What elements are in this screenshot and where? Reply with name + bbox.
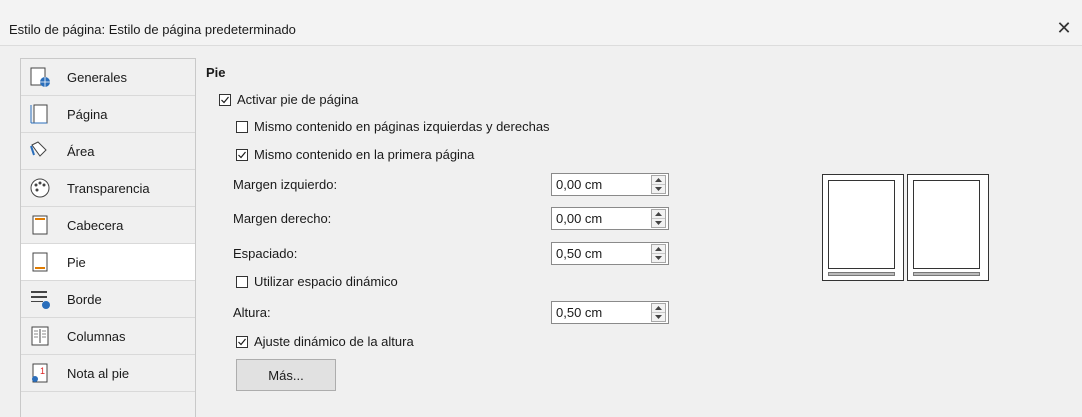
category-list: Generales Página Área Transparencia Cabe…: [20, 58, 196, 417]
preview-page-body: [828, 180, 895, 269]
checkbox-box: [236, 148, 248, 161]
increment-icon[interactable]: [652, 210, 665, 218]
sidebar-item-nota-al-pie[interactable]: 1 Nota al pie: [21, 355, 195, 392]
spin-buttons: [651, 209, 666, 228]
preview-page-body: [913, 180, 980, 269]
increment-icon[interactable]: [652, 245, 665, 253]
preview-footer-area: [828, 272, 895, 276]
title-bar: Estilo de página: Estilo de página prede…: [0, 0, 1082, 46]
activate-footer-label: Activar pie de página: [237, 92, 359, 107]
height-spinbox[interactable]: 0,50 cm: [551, 301, 669, 324]
left-margin-label: Margen izquierdo:: [233, 177, 338, 192]
activate-footer-checkbox[interactable]: Activar pie de página: [219, 92, 358, 107]
sidebar-item-cabecera[interactable]: Cabecera: [21, 207, 195, 244]
sidebar-item-label: Pie: [67, 254, 86, 270]
same-first-page-checkbox[interactable]: Mismo contenido en la primera página: [236, 147, 474, 162]
preview-footer-area: [913, 272, 980, 276]
spin-buttons: [651, 175, 666, 194]
sidebar-item-label: Cabecera: [67, 217, 124, 233]
same-first-page-label: Mismo contenido en la primera página: [254, 147, 475, 162]
close-icon: ✕: [1056, 17, 1072, 38]
border-icon: [29, 288, 51, 310]
globe-page-icon: [29, 66, 51, 88]
left-margin-spinbox[interactable]: 0,00 cm: [551, 173, 669, 196]
columns-icon: [29, 325, 51, 347]
decrement-icon[interactable]: [652, 253, 665, 262]
footer-preview-left-page: [822, 174, 904, 281]
checkbox-box: [236, 335, 248, 348]
sidebar-item-label: Transparencia: [67, 180, 150, 196]
section-title: Pie: [206, 65, 226, 80]
sidebar-item-label: Generales: [67, 69, 127, 85]
spacing-label: Espaciado:: [233, 246, 298, 261]
spin-buttons: [651, 244, 666, 263]
footer-preview-right-page: [907, 174, 989, 281]
sidebar-item-borde[interactable]: Borde: [21, 281, 195, 318]
checkbox-box: [219, 93, 231, 106]
left-margin-value: 0,00 cm: [556, 177, 603, 192]
height-label: Altura:: [233, 305, 271, 320]
same-left-right-checkbox[interactable]: Mismo contenido en páginas izquierdas y …: [236, 119, 550, 134]
sidebar-item-pagina[interactable]: Página: [21, 96, 195, 133]
decrement-icon[interactable]: [652, 218, 665, 227]
right-margin-label: Margen derecho:: [233, 211, 332, 226]
same-left-right-label: Mismo contenido en páginas izquierdas y …: [254, 119, 550, 134]
right-margin-spinbox[interactable]: 0,00 cm: [551, 207, 669, 230]
dynamic-spacing-checkbox[interactable]: Utilizar espacio dinámico: [236, 274, 398, 289]
spacing-spinbox[interactable]: 0,50 cm: [551, 242, 669, 265]
decrement-icon[interactable]: [652, 184, 665, 193]
more-button[interactable]: Más...: [236, 359, 336, 391]
sidebar-item-label: Borde: [67, 291, 102, 307]
sidebar-item-generales[interactable]: Generales: [21, 59, 195, 96]
spacing-value: 0,50 cm: [556, 246, 603, 261]
sidebar-item-label: Columnas: [67, 328, 126, 344]
checkbox-box: [236, 275, 248, 288]
page-icon: [29, 103, 51, 125]
sidebar-item-area[interactable]: Área: [21, 133, 195, 170]
sidebar-item-label: Área: [67, 143, 95, 159]
window-title: Estilo de página: Estilo de página prede…: [9, 22, 296, 37]
spin-buttons: [651, 303, 666, 322]
autofit-height-checkbox[interactable]: Ajuste dinámico de la altura: [236, 334, 414, 349]
decrement-icon[interactable]: [652, 312, 665, 321]
paint-bucket-icon: [29, 140, 51, 162]
sidebar-item-pie[interactable]: Pie: [21, 244, 195, 281]
footer-page-icon: [29, 251, 51, 273]
increment-icon[interactable]: [652, 176, 665, 184]
increment-icon[interactable]: [652, 304, 665, 312]
height-value: 0,50 cm: [556, 305, 603, 320]
header-page-icon: [29, 214, 51, 236]
dynamic-spacing-label: Utilizar espacio dinámico: [254, 274, 398, 289]
palette-icon: [29, 177, 51, 199]
svg-text:1: 1: [40, 366, 45, 376]
footer-settings-panel: Pie Activar pie de página Mismo contenid…: [196, 46, 1082, 417]
checkbox-box: [236, 120, 248, 133]
right-margin-value: 0,00 cm: [556, 211, 603, 226]
sidebar-item-transparencia[interactable]: Transparencia: [21, 170, 195, 207]
sidebar-item-label: Nota al pie: [67, 365, 130, 381]
sidebar-item-partial[interactable]: [21, 392, 195, 417]
sidebar-item-label: Página: [67, 106, 108, 122]
sidebar-item-columnas[interactable]: Columnas: [21, 318, 195, 355]
close-button[interactable]: ✕: [1050, 14, 1078, 42]
footnote-icon: 1: [29, 362, 51, 384]
autofit-height-label: Ajuste dinámico de la altura: [254, 334, 414, 349]
